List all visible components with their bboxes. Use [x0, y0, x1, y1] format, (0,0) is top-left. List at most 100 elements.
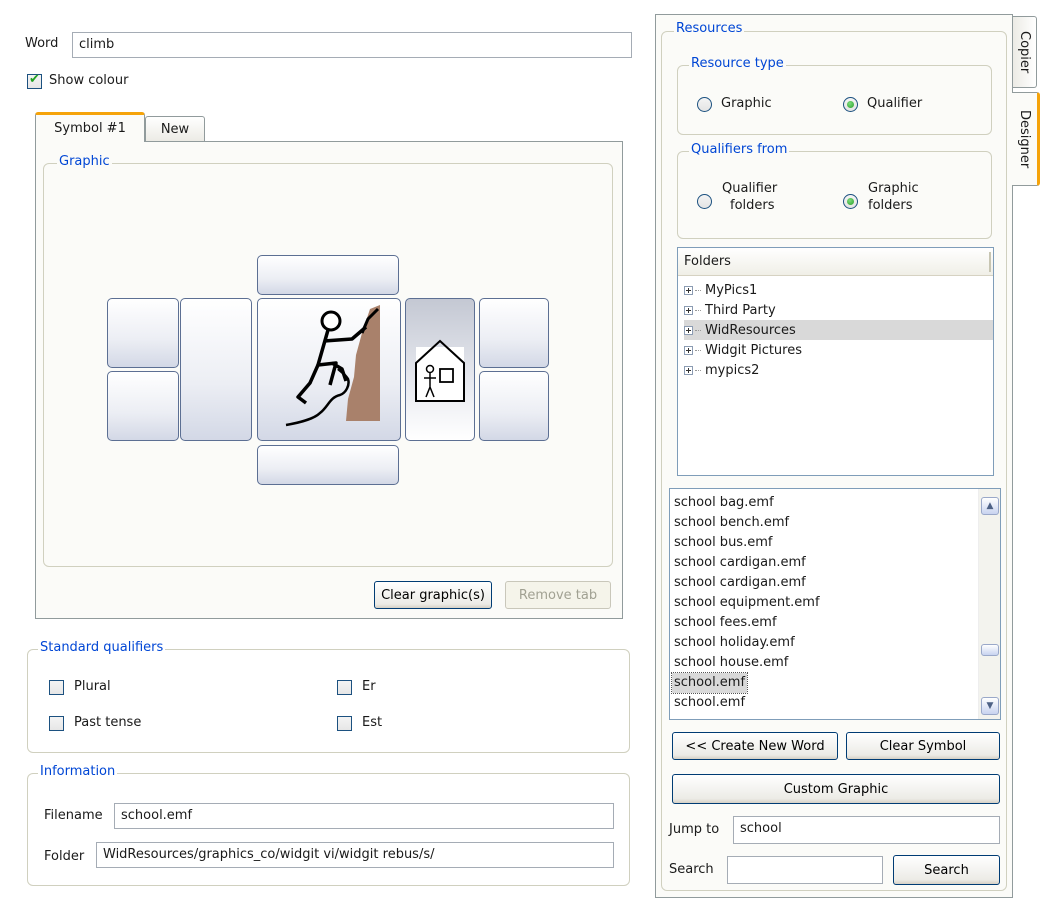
search-button[interactable]: Search	[893, 855, 1000, 885]
tree-connector	[695, 329, 701, 331]
main-symbol-cell[interactable]	[257, 298, 401, 441]
graphic-folders-radio[interactable]	[843, 194, 858, 209]
folder-item[interactable]: MyPics1	[684, 280, 757, 300]
file-item[interactable]: school equipment.emf	[672, 593, 822, 613]
folder-item[interactable]: Third Party	[684, 300, 776, 320]
qualifier-cell-bottom[interactable]	[257, 445, 399, 485]
graphic-folders-label-line1: Graphic	[868, 181, 919, 196]
file-item[interactable]: school cardigan.emf	[672, 553, 808, 573]
file-item[interactable]: school cardigan.emf	[672, 573, 808, 593]
tab-page-symbol-1: Graphic Clear graphic(s) Remove tab	[35, 141, 623, 619]
clear-graphics-button[interactable]: Clear graphic(s)	[374, 581, 492, 609]
create-new-word-button[interactable]: << Create New Word	[672, 732, 838, 760]
plural-checkbox[interactable]	[49, 680, 64, 695]
folder-item-label: Widgit Pictures	[705, 342, 803, 358]
expand-icon[interactable]	[684, 365, 693, 375]
files-scrollbar[interactable]: ▲ ▼	[978, 489, 1000, 719]
tab-new[interactable]: New	[145, 116, 205, 141]
file-item[interactable]: school house.emf	[672, 653, 790, 673]
tree-connector	[695, 309, 701, 311]
qualifier-cell-right-inner[interactable]	[405, 298, 475, 441]
qualifier-radio[interactable]	[843, 97, 858, 112]
tab-designer[interactable]: Designer	[1012, 92, 1040, 186]
folder-item[interactable]: mypics2	[684, 360, 759, 380]
file-item[interactable]: school.emf	[672, 693, 747, 713]
graphic-radio[interactable]	[697, 97, 712, 112]
tab-designer-label: Designer	[1017, 109, 1032, 169]
est-checkbox[interactable]	[337, 716, 352, 731]
qualifier-cell-left-top-outer[interactable]	[107, 298, 179, 368]
scrollbar-thumb[interactable]	[981, 644, 999, 656]
qualifier-cell-left-inner[interactable]	[180, 298, 252, 441]
show-colour-label: Show colour	[49, 73, 129, 88]
graphic-folders-label: Graphic folders	[868, 180, 919, 214]
column-divider	[989, 252, 991, 272]
scroll-up-arrow-icon[interactable]: ▲	[981, 497, 999, 515]
folder-item-selected[interactable]: WidResources	[684, 320, 993, 340]
tab-symbol-1[interactable]: Symbol #1	[35, 112, 145, 142]
qualifier-cell-left-bottom-outer[interactable]	[107, 371, 179, 441]
plural-label: Plural	[74, 679, 111, 694]
tab-symbol-1-label: Symbol #1	[54, 121, 126, 136]
tab-copier-label: Copier	[1017, 30, 1032, 74]
file-item[interactable]: school fees.emf	[672, 613, 779, 633]
past-tense-checkbox[interactable]	[49, 716, 64, 731]
custom-graphic-button[interactable]: Custom Graphic	[672, 774, 1000, 804]
file-item[interactable]: school bag.emf	[672, 493, 776, 513]
search-label: Search	[669, 862, 714, 877]
tab-new-label: New	[160, 121, 190, 137]
qualifier-folders-label: Qualifier folders	[722, 180, 777, 214]
expand-icon[interactable]	[684, 345, 693, 355]
folder-item-label: MyPics1	[705, 282, 758, 298]
qualifier-folders-radio[interactable]	[697, 194, 712, 209]
scroll-down-arrow-icon[interactable]: ▼	[981, 697, 999, 715]
folder-label: Folder	[44, 849, 85, 864]
folder-item-label: mypics2	[705, 362, 760, 378]
er-label: Er	[362, 679, 376, 694]
qualifier-radio-label: Qualifier	[867, 96, 923, 111]
expand-icon[interactable]	[684, 305, 693, 315]
expand-icon[interactable]	[684, 285, 693, 295]
filename-field[interactable]: school.emf	[114, 803, 614, 829]
folder-item[interactable]: Widgit Pictures	[684, 340, 802, 360]
past-tense-label: Past tense	[74, 715, 142, 730]
information-title: Information	[38, 764, 118, 779]
standard-qualifiers-group	[27, 649, 630, 753]
graphic-folders-label-line2: folders	[868, 198, 913, 213]
qualifier-folders-label-line1: Qualifier	[722, 181, 778, 196]
tree-connector	[695, 369, 701, 371]
search-input[interactable]	[727, 856, 883, 884]
qualifier-cell-right-top-outer[interactable]	[479, 298, 549, 368]
file-item[interactable]: school holiday.emf	[672, 633, 797, 653]
qualifier-cell-right-bottom-outer[interactable]	[479, 371, 549, 441]
file-item-selected[interactable]: school.emf	[670, 672, 749, 694]
resources-title: Resources	[674, 21, 745, 36]
folders-header-label: Folders	[684, 254, 731, 269]
folder-item-label: Third Party	[705, 302, 776, 318]
word-input[interactable]: climb	[72, 32, 632, 58]
tree-connector	[695, 289, 701, 291]
jump-to-label: Jump to	[669, 822, 720, 837]
information-group	[27, 773, 630, 886]
er-checkbox[interactable]	[337, 680, 352, 695]
file-item[interactable]: school bus.emf	[672, 533, 774, 553]
folder-field[interactable]: WidResources/graphics_co/widgit vi/widgi…	[96, 842, 614, 868]
graphic-radio-label: Graphic	[721, 96, 772, 111]
resource-type-title: Resource type	[689, 56, 786, 71]
climbing-person-graphic	[285, 305, 380, 427]
jump-to-input[interactable]: school	[733, 816, 1000, 844]
files-list[interactable]: school bag.emf school bench.emf school b…	[669, 488, 1001, 720]
qualifier-cell-top[interactable]	[257, 255, 399, 295]
file-item[interactable]: school bench.emf	[672, 513, 791, 533]
folders-header[interactable]: Folders	[678, 248, 993, 276]
show-colour-checkbox[interactable]	[27, 72, 42, 89]
house-qualifier-graphic	[415, 339, 465, 402]
qualifiers-from-title: Qualifiers from	[689, 142, 790, 157]
folders-tree[interactable]: Folders MyPics1 Third Party WidResources…	[677, 247, 994, 476]
folder-item-label: WidResources	[705, 322, 796, 338]
clear-symbol-button[interactable]: Clear Symbol	[846, 732, 1000, 760]
expand-icon[interactable]	[684, 325, 693, 335]
word-label: Word	[25, 36, 59, 51]
tab-copier[interactable]: Copier	[1013, 16, 1037, 88]
remove-tab-button[interactable]: Remove tab	[505, 581, 611, 609]
